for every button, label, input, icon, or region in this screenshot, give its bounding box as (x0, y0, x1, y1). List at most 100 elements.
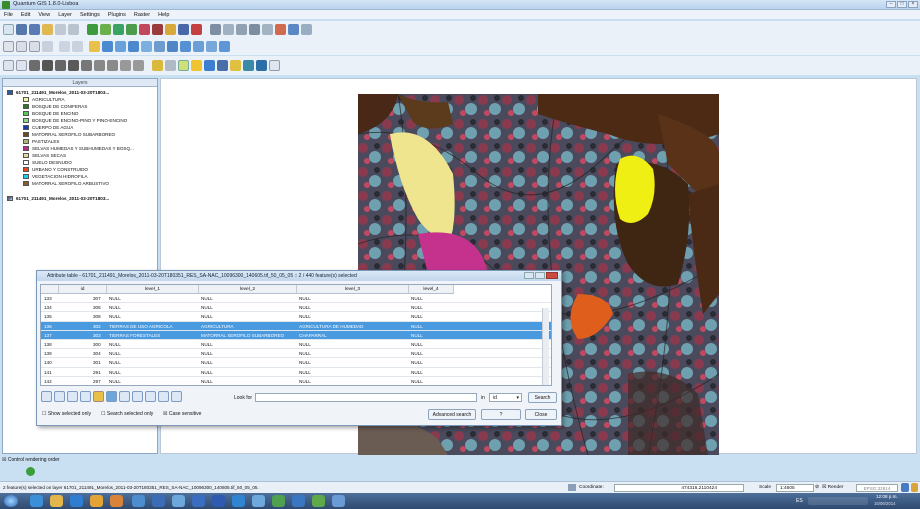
qgis-task-icon[interactable] (312, 495, 325, 507)
menu-help[interactable]: Help (158, 12, 169, 18)
select-icon[interactable] (59, 41, 70, 52)
delete-column-icon[interactable] (158, 391, 169, 402)
search-selected-checkbox[interactable]: ☐ Search selected only (101, 411, 153, 417)
close-button[interactable]: Close (525, 409, 557, 420)
new-bookmark-icon[interactable] (193, 41, 204, 52)
coordinate-toggle-icon[interactable] (568, 484, 576, 491)
zoom-full-icon[interactable] (115, 41, 126, 52)
open-project-icon[interactable] (42, 24, 53, 35)
help-button[interactable]: ? (481, 409, 521, 420)
attribute-table[interactable]: id level_1 level_2 level_3 level_4 133 30… (40, 284, 552, 386)
measure-angle-icon[interactable] (29, 60, 40, 71)
add-raster-layer-icon[interactable] (100, 24, 111, 35)
pan-to-selection-icon[interactable] (16, 41, 27, 52)
remove-selection-icon[interactable] (41, 391, 52, 402)
spatial-query-icon[interactable] (243, 60, 254, 71)
zoom-layer-icon[interactable] (141, 41, 152, 52)
add-csv-layer-icon[interactable] (165, 24, 176, 35)
table-row[interactable]: 138 300 NULL NULL NULL NULL (41, 340, 551, 350)
skype-icon[interactable] (232, 495, 245, 507)
app-icon[interactable] (172, 495, 185, 507)
app-icon[interactable] (332, 495, 345, 507)
table-row[interactable]: 135 308 NULL NULL NULL NULL (41, 312, 551, 322)
add-spatialite-layer-icon[interactable] (126, 24, 137, 35)
excel-icon[interactable] (272, 495, 285, 507)
remove-layer-icon[interactable] (191, 24, 202, 35)
capture-point-icon[interactable] (223, 24, 234, 35)
column-header-level-3[interactable]: level_3 (297, 285, 409, 294)
capture-line-icon[interactable] (236, 24, 247, 35)
column-header-level-4[interactable]: level_4 (409, 285, 454, 294)
minimize-button[interactable]: – (886, 1, 896, 8)
menu-raster[interactable]: Raster (134, 12, 150, 18)
select-features-icon[interactable] (178, 60, 189, 71)
print-composer-icon[interactable] (55, 24, 66, 35)
delete-selected-icon[interactable] (275, 24, 286, 35)
capture-polygon-icon[interactable] (249, 24, 260, 35)
help-icon[interactable] (133, 60, 144, 71)
new-project-icon[interactable] (3, 24, 14, 35)
zoom-native-icon[interactable] (154, 41, 165, 52)
maximize-button[interactable]: □ (897, 1, 907, 8)
measure-line-icon[interactable] (3, 60, 14, 71)
table-row[interactable]: 139 304 NULL NULL NULL NULL (41, 349, 551, 359)
field-select[interactable]: id ▾ (489, 393, 522, 402)
app-icon[interactable] (292, 495, 305, 507)
attr-close-button[interactable] (546, 272, 558, 279)
text-annotation-icon[interactable] (55, 60, 66, 71)
save-project-icon[interactable] (16, 24, 27, 35)
deselect-icon[interactable] (72, 41, 83, 52)
control-rendering-checkbox[interactable]: ☒ Control rendering order (2, 457, 60, 463)
layer-raster-item[interactable]: 61701_211491_Morelos_2011-03-20T1803... (7, 196, 109, 202)
close-window-button[interactable]: × (908, 1, 918, 8)
layer-group-item[interactable]: 61701_211491_Morelos_2011-03-20T1803... (7, 90, 109, 96)
menu-view[interactable]: View (38, 12, 50, 18)
settings-gear-icon[interactable] (165, 60, 176, 71)
crs-status[interactable]: EPSG:32614 (856, 484, 898, 492)
invert-selection-icon[interactable] (67, 391, 78, 402)
touch-zoom-icon[interactable] (42, 41, 53, 52)
field-calculator-icon[interactable] (171, 391, 182, 402)
open-feature-icon[interactable] (230, 60, 241, 71)
render-checkbox[interactable]: ☒ Render (822, 485, 843, 490)
move-annotation-icon[interactable] (81, 60, 92, 71)
app-icon[interactable] (152, 495, 165, 507)
pan-to-selection-icon[interactable] (106, 391, 117, 402)
show-bookmarks-icon[interactable] (206, 41, 217, 52)
clock-time[interactable]: 12:08 p.m. (876, 494, 898, 499)
field-calculator-icon[interactable] (217, 60, 228, 71)
add-vector-layer-icon[interactable] (87, 24, 98, 35)
globe-icon[interactable] (26, 467, 35, 476)
zoom-next-icon[interactable] (180, 41, 191, 52)
case-sensitive-checkbox[interactable]: ☒ Case sensitive (163, 411, 201, 417)
menu-settings[interactable]: Settings (80, 12, 100, 18)
attr-minimize-button[interactable] (524, 272, 534, 279)
menu-layer[interactable]: Layer (58, 12, 72, 18)
chrome-icon[interactable] (90, 495, 103, 507)
messages-icon[interactable] (911, 483, 918, 492)
zoom-out-icon[interactable] (102, 41, 113, 52)
add-wfs-layer-icon[interactable] (152, 24, 163, 35)
explorer-icon[interactable] (50, 495, 63, 507)
firefox-icon[interactable] (110, 495, 123, 507)
show-selected-checkbox[interactable]: ☐ Show selected only (42, 411, 91, 417)
identify-features-icon[interactable] (191, 60, 202, 71)
start-button-icon[interactable] (4, 495, 18, 507)
stop-render-icon[interactable]: ⊘ (815, 484, 819, 490)
open-attribute-table-icon[interactable] (204, 60, 215, 71)
crs-globe-icon[interactable] (901, 483, 909, 492)
column-header-level-1[interactable]: level_1 (107, 285, 199, 294)
refresh-icon[interactable] (219, 41, 230, 52)
label-icon[interactable] (94, 60, 105, 71)
app-icon[interactable] (132, 495, 145, 507)
column-header-level-2[interactable]: level_2 (199, 285, 297, 294)
save-as-icon[interactable] (29, 24, 40, 35)
grass-tools-icon[interactable] (256, 60, 267, 71)
table-row[interactable]: 133 307 NULL NULL NULL NULL (41, 294, 551, 304)
scale-combo[interactable]: 1:4605 (776, 484, 814, 492)
tips-icon[interactable] (120, 60, 131, 71)
copy-rows-icon[interactable] (80, 391, 91, 402)
gps-icon[interactable] (152, 60, 163, 71)
menu-edit[interactable]: Edit (21, 12, 30, 18)
move-selection-top-icon[interactable] (54, 391, 65, 402)
